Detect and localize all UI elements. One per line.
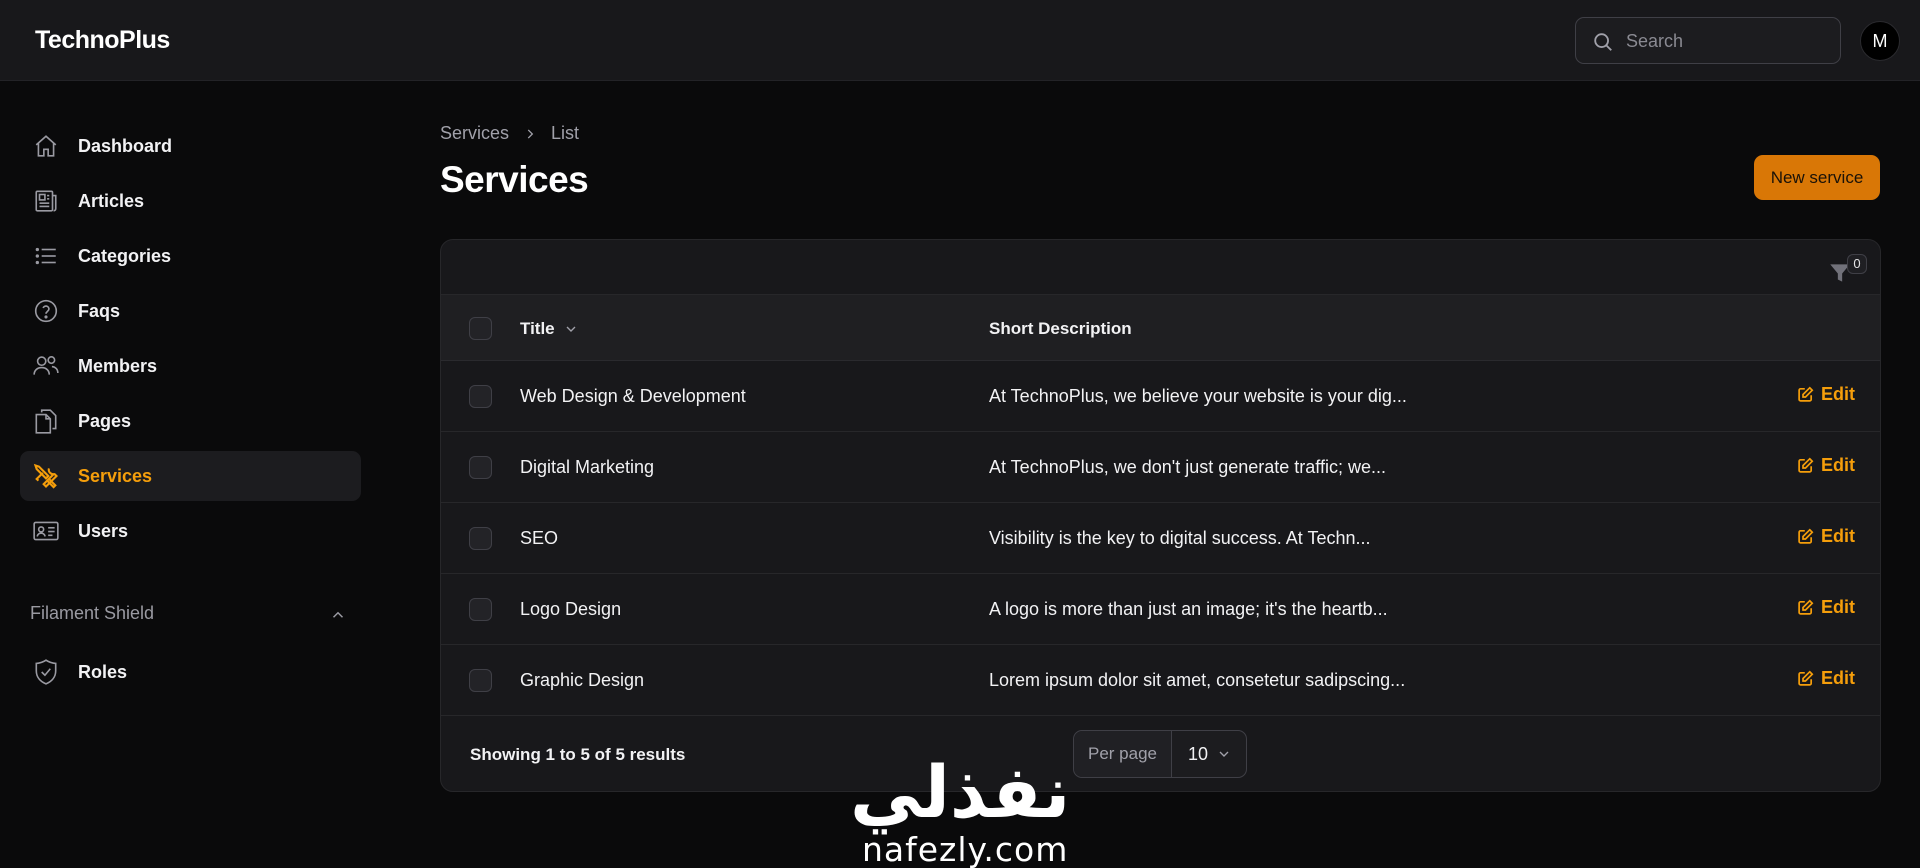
edit-button[interactable]: Edit — [1797, 526, 1855, 547]
edit-icon — [1798, 670, 1814, 686]
shield-check-icon — [32, 658, 60, 686]
cell-title: Digital Marketing — [520, 457, 655, 477]
search-box[interactable] — [1575, 17, 1841, 64]
sidebar-item-users[interactable]: Users — [20, 506, 361, 556]
cell-title: Web Design & Development — [520, 386, 746, 406]
per-page-label: Per page — [1074, 731, 1172, 777]
sidebar-item-label: Roles — [78, 661, 128, 682]
sidebar-item-pages[interactable]: Pages — [20, 396, 361, 446]
edit-icon — [1798, 386, 1814, 402]
tools-icon — [32, 462, 60, 490]
sidebar-item-label: Users — [78, 520, 129, 541]
watermark-arabic: نفذلي — [850, 750, 1071, 834]
table-row[interactable]: Digital Marketing At TechnoPlus, we don'… — [441, 432, 1880, 503]
sidebar-item-label: Dashboard — [78, 135, 173, 156]
edit-button[interactable]: Edit — [1797, 455, 1855, 476]
sidebar-item-label: Categories — [78, 245, 172, 266]
edit-icon — [1798, 528, 1814, 544]
sidebar-item-members[interactable]: Members — [20, 341, 361, 391]
edit-label: Edit — [1821, 384, 1855, 404]
cell-description: Visibility is the key to digital success… — [989, 528, 1371, 548]
list-icon — [32, 242, 60, 270]
breadcrumb-current: List — [551, 123, 580, 143]
per-page-select[interactable]: Per page 10 — [1073, 730, 1247, 778]
filter-button[interactable]: 0 — [1827, 254, 1873, 290]
services-table: 0 Title Short Description Web Design & D… — [440, 239, 1881, 792]
edit-icon — [1798, 457, 1814, 473]
table-header: Title Short Description — [441, 295, 1880, 361]
brand-logo[interactable]: TechnoPlus — [35, 26, 170, 55]
id-card-icon — [32, 517, 60, 545]
edit-icon — [1798, 599, 1814, 615]
sidebar-item-label: Services — [78, 465, 153, 486]
cell-description: A logo is more than just an image; it's … — [989, 599, 1388, 619]
sidebar-item-categories[interactable]: Categories — [20, 231, 361, 281]
table-row[interactable]: Logo Design A logo is more than just an … — [441, 574, 1880, 645]
sidebar-item-label: Members — [78, 355, 158, 376]
question-circle-icon — [32, 297, 60, 325]
search-input[interactable] — [1626, 28, 1826, 54]
table-row[interactable]: Graphic Design Lorem ipsum dolor sit ame… — [441, 645, 1880, 716]
chevron-down-icon — [566, 326, 576, 332]
row-checkbox[interactable] — [469, 385, 492, 408]
per-page-selected: 10 — [1188, 743, 1209, 764]
cell-title: SEO — [520, 528, 559, 548]
filter-count-badge: 0 — [1847, 254, 1867, 274]
row-checkbox[interactable] — [469, 669, 492, 692]
chevron-right-icon — [523, 127, 537, 141]
documents-icon — [32, 407, 60, 435]
pagination-summary: Showing 1 to 5 of 5 results — [470, 745, 686, 764]
search-icon — [1594, 33, 1612, 51]
column-header-label: Title — [520, 319, 555, 338]
cell-title: Logo Design — [520, 599, 622, 619]
home-icon — [32, 132, 60, 160]
edit-label: Edit — [1821, 526, 1855, 546]
per-page-value[interactable]: 10 — [1172, 731, 1246, 777]
edit-button[interactable]: Edit — [1797, 668, 1855, 689]
sidebar: Dashboard Articles Categories Faqs Membe… — [0, 81, 380, 868]
cell-description: At TechnoPlus, we believe your website i… — [989, 386, 1407, 406]
chevron-up-icon[interactable] — [329, 606, 347, 624]
row-checkbox[interactable] — [469, 456, 492, 479]
newspaper-icon — [32, 187, 60, 215]
cell-description: At TechnoPlus, we don't just generate tr… — [989, 457, 1386, 477]
column-header-title[interactable]: Title — [520, 319, 579, 339]
edit-button[interactable]: Edit — [1797, 384, 1855, 405]
sidebar-item-label: Faqs — [78, 300, 121, 321]
table-row[interactable]: Web Design & Development At TechnoPlus, … — [441, 361, 1880, 432]
user-avatar[interactable]: M — [1860, 21, 1900, 61]
users-icon — [32, 352, 60, 380]
select-all-checkbox[interactable] — [469, 317, 492, 340]
watermark-latin: nafezly.com — [862, 830, 1069, 868]
edit-button[interactable]: Edit — [1797, 597, 1855, 618]
cell-title: Graphic Design — [520, 670, 645, 690]
sidebar-item-articles[interactable]: Articles — [20, 176, 361, 226]
page-title: Services — [440, 159, 589, 200]
edit-label: Edit — [1821, 455, 1855, 475]
sidebar-item-faqs[interactable]: Faqs — [20, 286, 361, 336]
column-header-short-description: Short Description — [989, 319, 1132, 339]
table-toolbar: 0 — [441, 240, 1880, 295]
breadcrumb-link-services[interactable]: Services — [440, 123, 509, 144]
top-bar: TechnoPlus M — [0, 0, 1920, 81]
edit-label: Edit — [1821, 668, 1855, 688]
sidebar-item-dashboard[interactable]: Dashboard — [20, 121, 361, 171]
new-service-button[interactable]: New service — [1754, 155, 1880, 200]
breadcrumb: Services List — [440, 123, 579, 144]
table-row[interactable]: SEO Visibility is the key to digital suc… — [441, 503, 1880, 574]
sidebar-item-label: Pages — [78, 410, 132, 431]
row-checkbox[interactable] — [469, 527, 492, 550]
sidebar-item-label: Articles — [78, 190, 145, 211]
sidebar-group-label[interactable]: Filament Shield — [30, 603, 154, 624]
cell-description: Lorem ipsum dolor sit amet, consetetur s… — [989, 670, 1406, 690]
sidebar-item-services[interactable]: Services — [20, 451, 361, 501]
chevron-down-icon — [1219, 751, 1229, 757]
column-header-label: Short Description — [989, 319, 1132, 338]
edit-label: Edit — [1821, 597, 1855, 617]
sidebar-item-roles[interactable]: Roles — [20, 647, 361, 697]
row-checkbox[interactable] — [469, 598, 492, 621]
